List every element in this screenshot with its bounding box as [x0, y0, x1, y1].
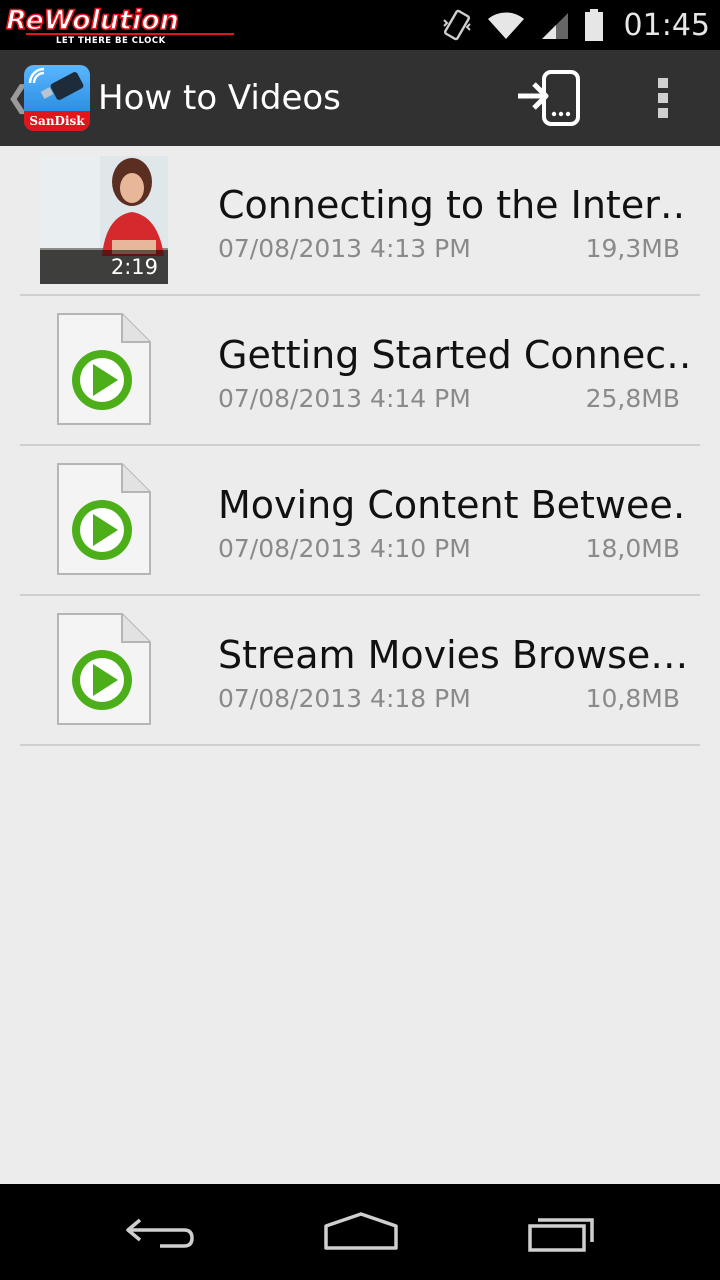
- logo-tagline: LET THERE BE CLOCK: [56, 36, 166, 45]
- video-date: 07/08/2013 4:10 PM: [218, 534, 471, 563]
- clock: 01:45: [623, 7, 710, 43]
- signal-icon: [541, 13, 568, 39]
- video-date: 07/08/2013 4:14 PM: [218, 384, 471, 413]
- page-title: How to Videos: [98, 78, 341, 118]
- video-date: 07/08/2013 4:13 PM: [218, 234, 471, 263]
- video-duration: 2:19: [40, 250, 168, 284]
- video-file-icon: [57, 463, 151, 575]
- video-title: Stream Movies Browse…: [218, 633, 688, 677]
- video-size: 19,3MB: [585, 234, 680, 263]
- transfer-to-device-icon[interactable]: [514, 68, 590, 128]
- video-thumbnail: 2:19: [40, 156, 168, 284]
- vibrate-icon: [442, 9, 471, 41]
- app-icon-brand: SanDisk: [29, 114, 85, 128]
- video-row[interactable]: 2:19 Connecting to the Inter… 07/08/2013…: [0, 146, 720, 296]
- status-bar: ReWolution LET THERE BE CLOCK 01:45: [0, 0, 720, 50]
- action-bar: ❮ SanDisk How to Videos: [0, 50, 720, 146]
- video-row[interactable]: Stream Movies Browse… 07/08/2013 4:18 PM…: [0, 596, 720, 746]
- logo-text: ReWolution: [6, 5, 179, 36]
- video-list: 2:19 Connecting to the Inter… 07/08/2013…: [0, 146, 720, 746]
- video-date: 07/08/2013 4:18 PM: [218, 684, 471, 713]
- overflow-menu-icon[interactable]: [640, 72, 688, 124]
- divider: [20, 744, 700, 746]
- video-title: Connecting to the Inter…: [218, 183, 688, 227]
- video-row[interactable]: Getting Started Connec… 07/08/2013 4:14 …: [0, 296, 720, 446]
- rewolution-logo: ReWolution LET THERE BE CLOCK: [5, 4, 234, 45]
- video-size: 25,8MB: [585, 384, 680, 413]
- home-icon[interactable]: [316, 1206, 406, 1258]
- sandisk-app-icon[interactable]: SanDisk: [24, 65, 90, 131]
- wireless-drive-icon: [28, 67, 84, 100]
- video-title: Getting Started Connec…: [218, 333, 688, 377]
- navigation-bar: [0, 1184, 720, 1280]
- video-row[interactable]: Moving Content Betwee… 07/08/2013 4:10 P…: [0, 446, 720, 596]
- battery-icon: [584, 9, 603, 41]
- video-file-icon: [57, 613, 151, 725]
- recents-icon[interactable]: [516, 1206, 606, 1258]
- video-file-icon: [57, 313, 151, 425]
- back-icon[interactable]: [116, 1206, 206, 1258]
- video-size: 18,0MB: [585, 534, 680, 563]
- video-title: Moving Content Betwee…: [218, 483, 688, 527]
- video-size: 10,8MB: [585, 684, 680, 713]
- wifi-icon: [487, 12, 524, 39]
